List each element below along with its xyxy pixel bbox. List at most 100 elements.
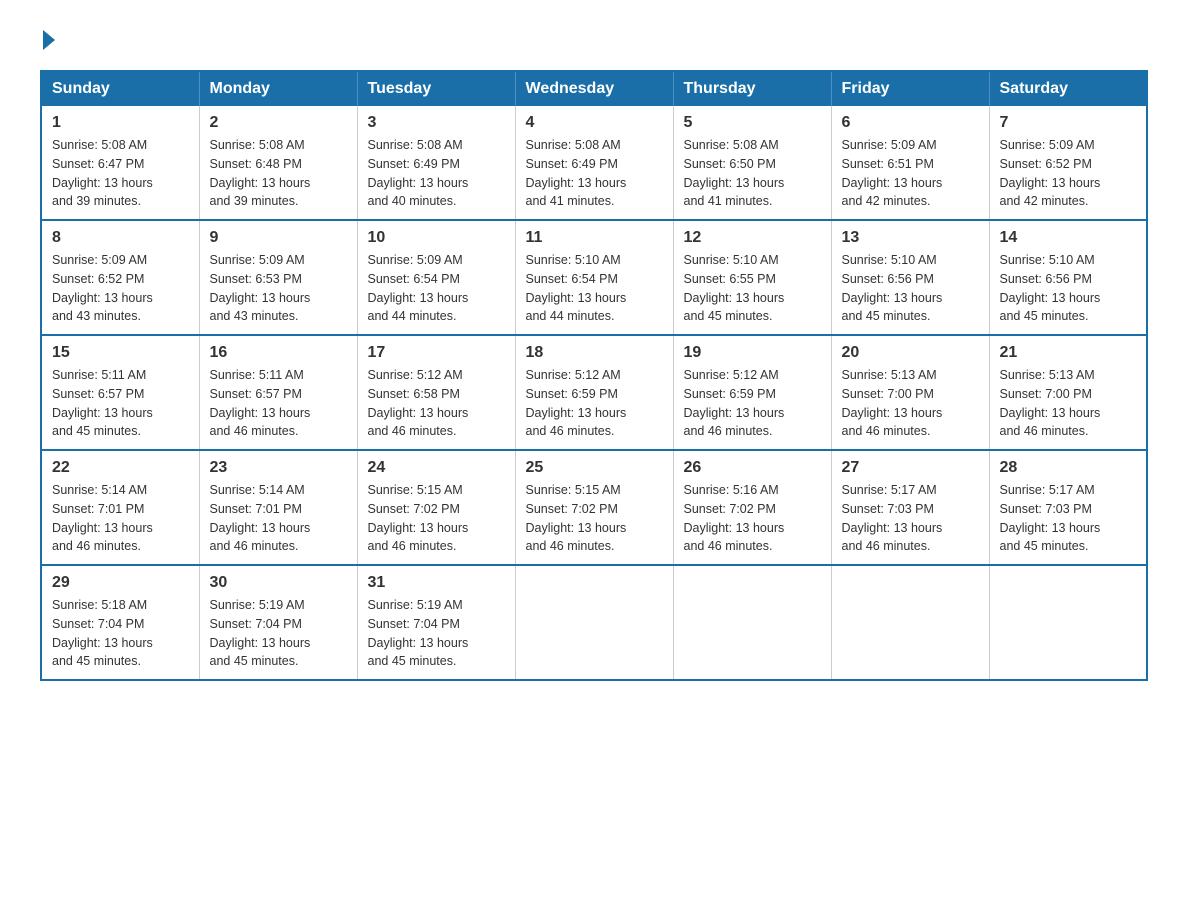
page-header [40,30,1148,50]
day-number: 8 [52,229,189,247]
day-cell: 19 Sunrise: 5:12 AMSunset: 6:59 PMDaylig… [673,335,831,450]
day-info: Sunrise: 5:09 AMSunset: 6:53 PMDaylight:… [210,253,311,323]
day-cell: 22 Sunrise: 5:14 AMSunset: 7:01 PMDaylig… [41,450,199,565]
day-info: Sunrise: 5:12 AMSunset: 6:58 PMDaylight:… [368,368,469,438]
day-info: Sunrise: 5:08 AMSunset: 6:49 PMDaylight:… [526,138,627,208]
day-info: Sunrise: 5:11 AMSunset: 6:57 PMDaylight:… [52,368,153,438]
day-number: 3 [368,114,505,132]
day-number: 18 [526,344,663,362]
day-number: 16 [210,344,347,362]
day-info: Sunrise: 5:13 AMSunset: 7:00 PMDaylight:… [1000,368,1101,438]
week-row-2: 8 Sunrise: 5:09 AMSunset: 6:52 PMDayligh… [41,220,1147,335]
day-number: 29 [52,574,189,592]
day-cell: 30 Sunrise: 5:19 AMSunset: 7:04 PMDaylig… [199,565,357,680]
day-info: Sunrise: 5:12 AMSunset: 6:59 PMDaylight:… [526,368,627,438]
day-cell [673,565,831,680]
calendar-header: SundayMondayTuesdayWednesdayThursdayFrid… [41,71,1147,106]
day-cell: 26 Sunrise: 5:16 AMSunset: 7:02 PMDaylig… [673,450,831,565]
day-number: 13 [842,229,979,247]
header-sunday: Sunday [41,71,199,106]
day-number: 28 [1000,459,1137,477]
day-cell: 23 Sunrise: 5:14 AMSunset: 7:01 PMDaylig… [199,450,357,565]
day-info: Sunrise: 5:10 AMSunset: 6:54 PMDaylight:… [526,253,627,323]
day-info: Sunrise: 5:17 AMSunset: 7:03 PMDaylight:… [842,483,943,553]
day-info: Sunrise: 5:09 AMSunset: 6:54 PMDaylight:… [368,253,469,323]
day-number: 30 [210,574,347,592]
day-info: Sunrise: 5:10 AMSunset: 6:55 PMDaylight:… [684,253,785,323]
logo-arrow-icon [43,30,55,50]
day-cell: 5 Sunrise: 5:08 AMSunset: 6:50 PMDayligh… [673,106,831,220]
header-wednesday: Wednesday [515,71,673,106]
day-number: 20 [842,344,979,362]
day-number: 21 [1000,344,1137,362]
day-info: Sunrise: 5:08 AMSunset: 6:47 PMDaylight:… [52,138,153,208]
day-number: 9 [210,229,347,247]
day-cell: 12 Sunrise: 5:10 AMSunset: 6:55 PMDaylig… [673,220,831,335]
day-info: Sunrise: 5:16 AMSunset: 7:02 PMDaylight:… [684,483,785,553]
day-cell: 2 Sunrise: 5:08 AMSunset: 6:48 PMDayligh… [199,106,357,220]
day-number: 2 [210,114,347,132]
day-cell: 8 Sunrise: 5:09 AMSunset: 6:52 PMDayligh… [41,220,199,335]
day-info: Sunrise: 5:11 AMSunset: 6:57 PMDaylight:… [210,368,311,438]
day-cell: 15 Sunrise: 5:11 AMSunset: 6:57 PMDaylig… [41,335,199,450]
day-number: 17 [368,344,505,362]
day-cell: 10 Sunrise: 5:09 AMSunset: 6:54 PMDaylig… [357,220,515,335]
day-info: Sunrise: 5:18 AMSunset: 7:04 PMDaylight:… [52,598,153,668]
day-info: Sunrise: 5:14 AMSunset: 7:01 PMDaylight:… [52,483,153,553]
day-number: 25 [526,459,663,477]
logo [40,30,58,50]
day-cell: 21 Sunrise: 5:13 AMSunset: 7:00 PMDaylig… [989,335,1147,450]
day-info: Sunrise: 5:09 AMSunset: 6:52 PMDaylight:… [1000,138,1101,208]
week-row-1: 1 Sunrise: 5:08 AMSunset: 6:47 PMDayligh… [41,106,1147,220]
day-number: 14 [1000,229,1137,247]
day-info: Sunrise: 5:08 AMSunset: 6:49 PMDaylight:… [368,138,469,208]
day-cell: 1 Sunrise: 5:08 AMSunset: 6:47 PMDayligh… [41,106,199,220]
week-row-5: 29 Sunrise: 5:18 AMSunset: 7:04 PMDaylig… [41,565,1147,680]
header-tuesday: Tuesday [357,71,515,106]
day-number: 27 [842,459,979,477]
day-number: 10 [368,229,505,247]
logo-text [40,30,58,50]
day-number: 19 [684,344,821,362]
calendar-table: SundayMondayTuesdayWednesdayThursdayFrid… [40,70,1148,681]
day-info: Sunrise: 5:17 AMSunset: 7:03 PMDaylight:… [1000,483,1101,553]
day-info: Sunrise: 5:13 AMSunset: 7:00 PMDaylight:… [842,368,943,438]
header-row: SundayMondayTuesdayWednesdayThursdayFrid… [41,71,1147,106]
day-cell: 14 Sunrise: 5:10 AMSunset: 6:56 PMDaylig… [989,220,1147,335]
day-info: Sunrise: 5:15 AMSunset: 7:02 PMDaylight:… [368,483,469,553]
day-cell: 16 Sunrise: 5:11 AMSunset: 6:57 PMDaylig… [199,335,357,450]
day-info: Sunrise: 5:19 AMSunset: 7:04 PMDaylight:… [210,598,311,668]
day-cell: 27 Sunrise: 5:17 AMSunset: 7:03 PMDaylig… [831,450,989,565]
day-number: 12 [684,229,821,247]
day-number: 5 [684,114,821,132]
day-cell: 28 Sunrise: 5:17 AMSunset: 7:03 PMDaylig… [989,450,1147,565]
day-info: Sunrise: 5:19 AMSunset: 7:04 PMDaylight:… [368,598,469,668]
day-cell: 11 Sunrise: 5:10 AMSunset: 6:54 PMDaylig… [515,220,673,335]
day-number: 23 [210,459,347,477]
day-cell: 17 Sunrise: 5:12 AMSunset: 6:58 PMDaylig… [357,335,515,450]
day-number: 24 [368,459,505,477]
day-cell: 7 Sunrise: 5:09 AMSunset: 6:52 PMDayligh… [989,106,1147,220]
day-cell: 20 Sunrise: 5:13 AMSunset: 7:00 PMDaylig… [831,335,989,450]
day-cell: 18 Sunrise: 5:12 AMSunset: 6:59 PMDaylig… [515,335,673,450]
day-info: Sunrise: 5:09 AMSunset: 6:51 PMDaylight:… [842,138,943,208]
day-cell: 31 Sunrise: 5:19 AMSunset: 7:04 PMDaylig… [357,565,515,680]
day-info: Sunrise: 5:10 AMSunset: 6:56 PMDaylight:… [1000,253,1101,323]
day-number: 31 [368,574,505,592]
day-number: 15 [52,344,189,362]
day-number: 11 [526,229,663,247]
day-info: Sunrise: 5:15 AMSunset: 7:02 PMDaylight:… [526,483,627,553]
day-cell: 29 Sunrise: 5:18 AMSunset: 7:04 PMDaylig… [41,565,199,680]
header-saturday: Saturday [989,71,1147,106]
day-cell: 6 Sunrise: 5:09 AMSunset: 6:51 PMDayligh… [831,106,989,220]
week-row-4: 22 Sunrise: 5:14 AMSunset: 7:01 PMDaylig… [41,450,1147,565]
day-cell [989,565,1147,680]
header-monday: Monday [199,71,357,106]
header-friday: Friday [831,71,989,106]
day-number: 6 [842,114,979,132]
day-info: Sunrise: 5:08 AMSunset: 6:50 PMDaylight:… [684,138,785,208]
day-cell: 4 Sunrise: 5:08 AMSunset: 6:49 PMDayligh… [515,106,673,220]
day-cell: 9 Sunrise: 5:09 AMSunset: 6:53 PMDayligh… [199,220,357,335]
day-info: Sunrise: 5:12 AMSunset: 6:59 PMDaylight:… [684,368,785,438]
day-number: 22 [52,459,189,477]
